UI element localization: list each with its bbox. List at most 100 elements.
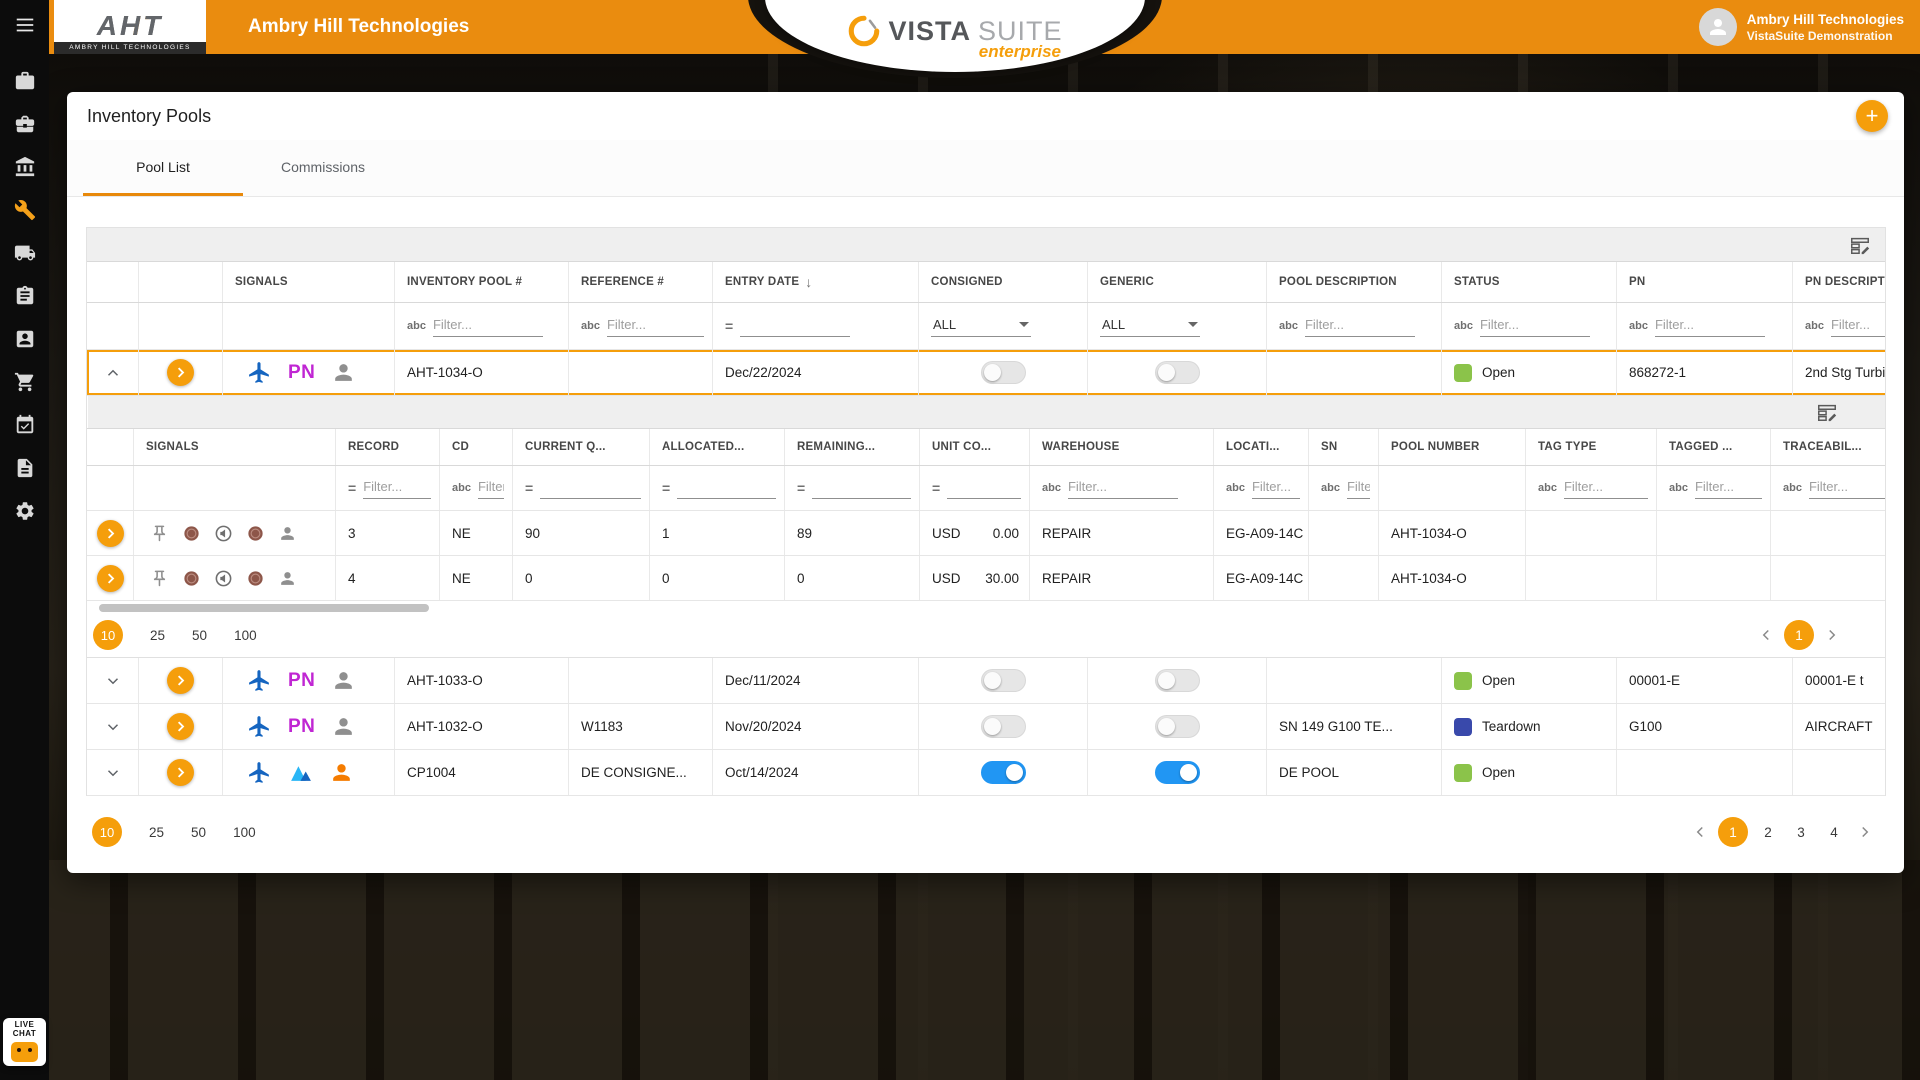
consigned-filter-select[interactable]: ALL bbox=[931, 315, 1031, 337]
next-page-button[interactable] bbox=[1821, 624, 1843, 646]
open-record-button[interactable] bbox=[97, 565, 124, 592]
page-size-50[interactable]: 50 bbox=[192, 628, 207, 643]
page-1-current[interactable]: 1 bbox=[1784, 620, 1814, 650]
edit-columns-button[interactable] bbox=[1849, 234, 1871, 256]
filter-pn-input[interactable] bbox=[1655, 315, 1765, 337]
page-3[interactable]: 3 bbox=[1788, 825, 1814, 840]
detail-header-cd[interactable]: CD bbox=[440, 429, 513, 465]
page-2[interactable]: 2 bbox=[1755, 825, 1781, 840]
detail-header-tag-type[interactable]: TAG TYPE bbox=[1526, 429, 1657, 465]
page-size-10[interactable]: 10 bbox=[93, 620, 123, 650]
detail-header-warehouse[interactable]: WAREHOUSE bbox=[1030, 429, 1214, 465]
page-size-50[interactable]: 50 bbox=[191, 825, 206, 840]
consigned-toggle[interactable] bbox=[981, 669, 1026, 692]
filter-pn-description-input[interactable] bbox=[1831, 315, 1886, 337]
header-reference[interactable]: REFERENCE # bbox=[569, 262, 713, 302]
consigned-toggle[interactable] bbox=[981, 761, 1026, 784]
filter-tag-type-input[interactable] bbox=[1564, 477, 1648, 499]
sidebar-item-bank[interactable] bbox=[14, 156, 36, 178]
page-size-25[interactable]: 25 bbox=[150, 628, 165, 643]
menu-button[interactable] bbox=[14, 14, 36, 36]
generic-toggle[interactable] bbox=[1155, 761, 1200, 784]
filter-pool-description-input[interactable] bbox=[1305, 315, 1415, 337]
header-signals[interactable]: SIGNALS bbox=[223, 262, 395, 302]
filter-reference-input[interactable] bbox=[607, 315, 704, 337]
expand-row-button[interactable] bbox=[102, 762, 124, 784]
record-row-3[interactable]: 3 NE 90 1 89 USD0.00 REPAIR EG-A09-14C A… bbox=[87, 511, 1886, 556]
user-menu[interactable]: Ambry Hill Technologies VistaSuite Demon… bbox=[1699, 0, 1904, 54]
sidebar-item-inventory[interactable] bbox=[14, 199, 36, 221]
sidebar-item-business-center[interactable] bbox=[14, 113, 36, 135]
detail-header-remaining[interactable]: REMAINING... bbox=[785, 429, 920, 465]
page-size-100[interactable]: 100 bbox=[234, 628, 257, 643]
open-pool-button[interactable] bbox=[167, 713, 194, 740]
page-1-current[interactable]: 1 bbox=[1718, 817, 1748, 847]
sidebar-item-contacts[interactable] bbox=[14, 328, 36, 350]
sidebar-item-settings[interactable] bbox=[14, 500, 36, 522]
detail-header-unit-cost[interactable]: UNIT CO... bbox=[920, 429, 1030, 465]
sidebar-item-work-orders[interactable] bbox=[14, 285, 36, 307]
open-pool-button[interactable] bbox=[167, 359, 194, 386]
detail-header-record[interactable]: RECORD bbox=[336, 429, 440, 465]
page-4[interactable]: 4 bbox=[1821, 825, 1847, 840]
consigned-toggle[interactable] bbox=[981, 715, 1026, 738]
tab-pool-list[interactable]: Pool List bbox=[83, 140, 243, 196]
generic-toggle[interactable] bbox=[1155, 715, 1200, 738]
filter-traceability-input[interactable] bbox=[1809, 477, 1886, 499]
detail-header-pool-number[interactable]: POOL NUMBER bbox=[1379, 429, 1526, 465]
header-pn[interactable]: PN bbox=[1617, 262, 1793, 302]
header-pool-description[interactable]: POOL DESCRIPTION bbox=[1267, 262, 1442, 302]
sidebar-item-purchasing[interactable] bbox=[14, 371, 36, 393]
pool-row-aht-1033[interactable]: PN AHT-1033-O Dec/11/2024 Open 00001-E 0… bbox=[87, 658, 1886, 704]
filter-remaining-input[interactable] bbox=[812, 477, 911, 499]
detail-header-tagged[interactable]: TAGGED ... bbox=[1657, 429, 1771, 465]
prev-page-button[interactable] bbox=[1689, 821, 1711, 843]
expand-row-button[interactable] bbox=[102, 716, 124, 738]
consigned-toggle[interactable] bbox=[981, 361, 1026, 384]
generic-toggle[interactable] bbox=[1155, 361, 1200, 384]
scrollbar-thumb[interactable] bbox=[99, 604, 429, 612]
sidebar-item-briefcase[interactable] bbox=[14, 70, 36, 92]
page-size-100[interactable]: 100 bbox=[233, 825, 256, 840]
pool-row-aht-1034[interactable]: PN AHT-1034-O Dec/22/2024 Open 868272-1 … bbox=[87, 350, 1886, 396]
pool-row-cp1004[interactable]: CP1004 DE CONSIGNE... Oct/14/2024 DE POO… bbox=[87, 750, 1886, 796]
generic-toggle[interactable] bbox=[1155, 669, 1200, 692]
add-pool-button[interactable]: + bbox=[1856, 100, 1888, 132]
open-record-button[interactable] bbox=[97, 520, 124, 547]
sidebar-item-schedule[interactable] bbox=[14, 414, 36, 436]
header-pn-description[interactable]: PN DESCRIPTION bbox=[1793, 262, 1886, 302]
live-chat-widget[interactable]: LIVE CHAT bbox=[3, 1018, 46, 1066]
detail-header-current-qty[interactable]: CURRENT Q... bbox=[513, 429, 650, 465]
header-generic[interactable]: GENERIC bbox=[1088, 262, 1267, 302]
detail-header-traceability[interactable]: TRACEABIL... bbox=[1771, 429, 1886, 465]
open-pool-button[interactable] bbox=[167, 667, 194, 694]
filter-allocated-input[interactable] bbox=[677, 477, 776, 499]
detail-horizontal-scrollbar[interactable] bbox=[99, 604, 1873, 612]
header-consigned[interactable]: CONSIGNED bbox=[919, 262, 1088, 302]
generic-filter-select[interactable]: ALL bbox=[1100, 315, 1200, 337]
filter-tagged-input[interactable] bbox=[1695, 477, 1762, 499]
open-pool-button[interactable] bbox=[167, 759, 194, 786]
next-page-button[interactable] bbox=[1854, 821, 1876, 843]
detail-edit-columns-button[interactable] bbox=[1816, 401, 1838, 423]
header-entry-date[interactable]: ENTRY DATE↓ bbox=[713, 262, 919, 302]
header-status[interactable]: STATUS bbox=[1442, 262, 1617, 302]
filter-current-qty-input[interactable] bbox=[540, 477, 641, 499]
detail-header-location[interactable]: LOCATI... bbox=[1214, 429, 1309, 465]
prev-page-button[interactable] bbox=[1755, 624, 1777, 646]
page-size-10[interactable]: 10 bbox=[92, 817, 122, 847]
filter-sn-input[interactable] bbox=[1347, 477, 1370, 499]
filter-unit-cost-input[interactable] bbox=[947, 477, 1021, 499]
pool-row-aht-1032[interactable]: PN AHT-1032-O W1183 Nov/20/2024 SN 149 G… bbox=[87, 704, 1886, 750]
filter-inventory-pool-input[interactable] bbox=[433, 315, 543, 337]
collapse-row-button[interactable] bbox=[102, 362, 124, 384]
detail-header-sn[interactable]: SN bbox=[1309, 429, 1379, 465]
record-row-4[interactable]: 4 NE 0 0 0 USD30.00 REPAIR EG-A09-14C AH… bbox=[87, 556, 1886, 601]
filter-status-input[interactable] bbox=[1480, 315, 1590, 337]
sidebar-item-documents[interactable] bbox=[14, 457, 36, 479]
detail-header-allocated[interactable]: ALLOCATED... bbox=[650, 429, 785, 465]
filter-location-input[interactable] bbox=[1252, 477, 1300, 499]
expand-row-button[interactable] bbox=[102, 670, 124, 692]
filter-warehouse-input[interactable] bbox=[1068, 477, 1178, 499]
header-inventory-pool[interactable]: INVENTORY POOL # bbox=[395, 262, 569, 302]
